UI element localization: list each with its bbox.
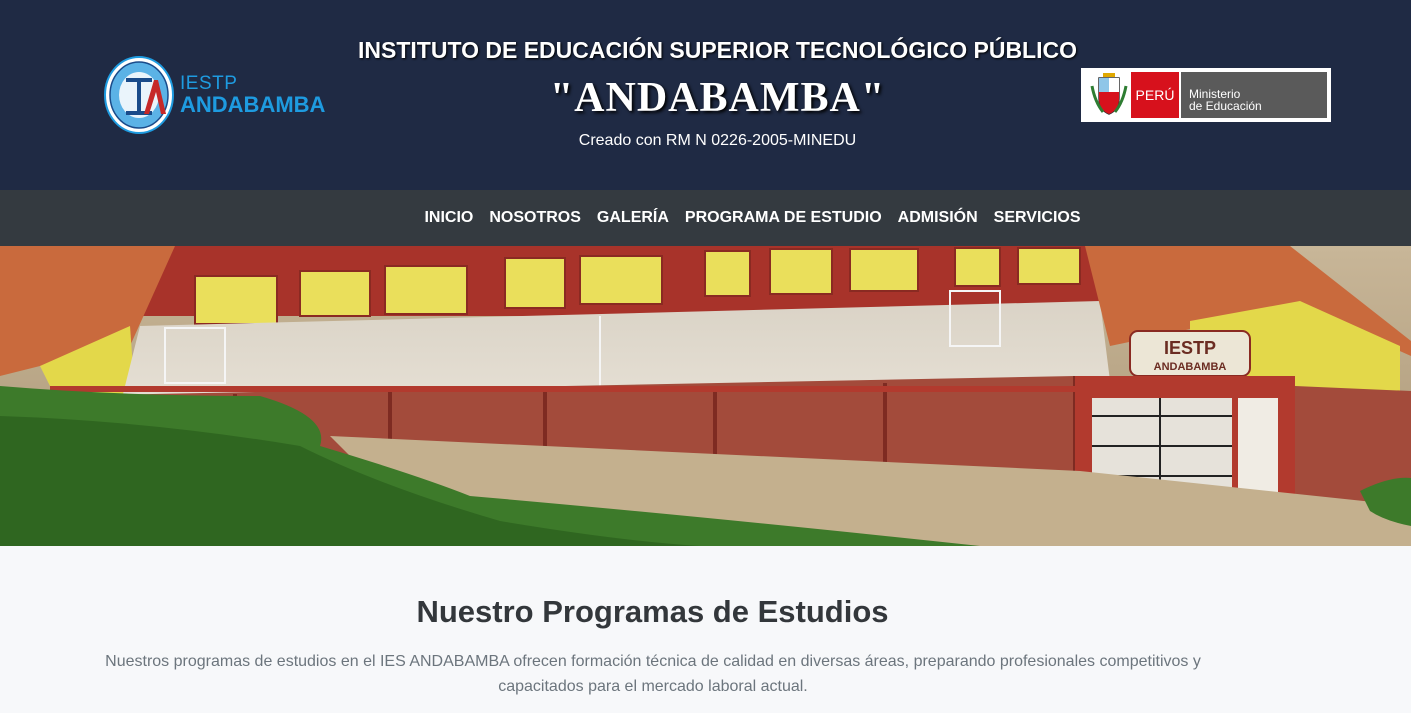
campus-photo: IESTP ANDABAMBA [0,246,1411,546]
nav-item-galeria[interactable]: GALERÍA [589,209,677,227]
programs-section-title: Nuestro Programas de Estudios [416,594,889,629]
minedu-line2: de Educación [1189,99,1262,113]
programs-section-description: Nuestros programas de estudios en el IES… [105,653,1201,695]
campus-sign-line2: ANDABAMBA [1154,361,1227,373]
peru-coat-of-arms-icon [1090,73,1128,115]
main-navigation: INICIO NOSOTROS GALERÍA PROGRAMA DE ESTU… [0,190,1411,246]
site-header: IESTP ANDABAMBA INSTITUTO DE EDUCACIÓN S… [0,0,1411,190]
institution-title: INSTITUTO DE EDUCACIÓN SUPERIOR TECNOLÓG… [358,37,1077,63]
nav-item-nosotros[interactable]: NOSOTROS [481,209,589,227]
minedu-name: Ministerio de Educación [1181,72,1327,118]
campus-sign-line1: IESTP [1164,338,1216,358]
nav-item-servicios[interactable]: SERVICIOS [986,209,1089,227]
nav-item-programa-de-estudio[interactable]: PROGRAMA DE ESTUDIO [677,209,890,227]
minedu-country: PERÚ [1131,72,1179,118]
nav-item-admision[interactable]: ADMISIÓN [890,209,986,227]
campus-hero-image: IESTP ANDABAMBA [0,246,1411,546]
minedu-logo[interactable]: PERÚ Ministerio de Educación [1081,68,1331,122]
creation-resolution: Creado con RM N 0226-2005-MINEDU [578,132,857,149]
nav-item-inicio[interactable]: INICIO [416,209,481,227]
